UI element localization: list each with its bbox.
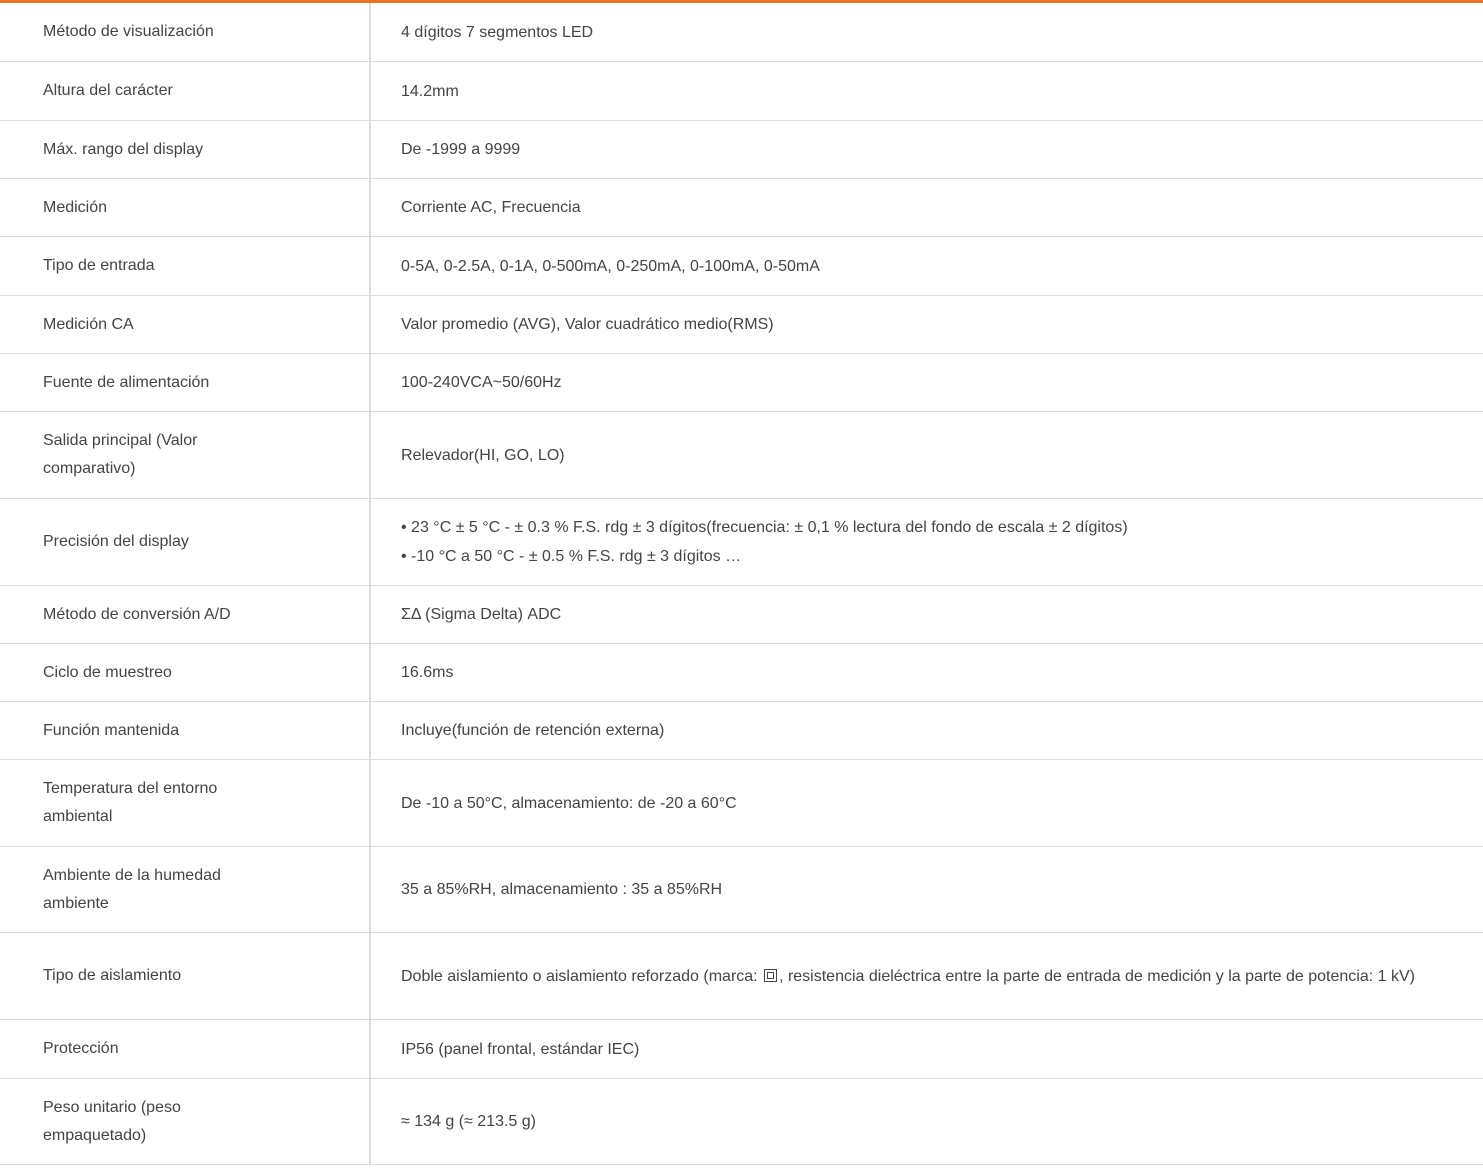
spec-label: Máx. rango del display [0,121,371,178]
spec-value-text: Doble aislamiento o aislamiento reforzad… [401,962,1453,991]
spec-value: Corriente AC, Frecuencia [401,199,581,216]
spec-row: Medición Corriente AC, Frecuencia [0,179,1483,237]
spec-row: Método de visualización 4 dígitos 7 segm… [0,3,1483,62]
spec-row: Protección IP56 (panel frontal, estándar… [0,1020,1483,1079]
spec-value-line: • 23 °C ± 5 °C - ± 0.3 % F.S. rdg ± 3 dí… [401,519,1128,536]
spec-value: IP56 (panel frontal, estándar IEC) [401,1040,640,1058]
spec-value: ΣΔ (Sigma Delta) ADC [401,606,562,623]
spec-row: Medición CA Valor promedio (AVG), Valor … [0,296,1483,354]
spec-value: • 23 °C ± 5 °C - ± 0.3 % F.S. rdg ± 3 dí… [371,499,1483,585]
spec-row: Tipo de aislamiento Doble aislamiento o … [0,933,1483,1020]
spec-label: Protección [0,1020,371,1078]
spec-value-part: , resistencia dieléctrica entre la parte… [779,967,1415,985]
spec-row: Salida principal (Valor comparativo) Rel… [0,412,1483,499]
spec-value: 4 dígitos 7 segmentos LED [401,23,594,41]
spec-row: Fuente de alimentación 100-240VCA~50/60H… [0,354,1483,412]
spec-row: Peso unitario (peso empaquetado) ≈ 134 g… [0,1079,1483,1165]
spec-value: 16.6ms [401,664,454,681]
spec-value: 0-5A, 0-2.5A, 0-1A, 0-500mA, 0-250mA, 0-… [401,257,820,275]
spec-label: Altura del carácter [0,62,371,120]
spec-value: Relevador(HI, GO, LO) [401,446,565,464]
spec-row: Altura del carácter 14.2mm [0,62,1483,121]
double-insulation-icon [764,968,778,982]
spec-label: Tipo de entrada [0,237,371,295]
spec-value: Doble aislamiento o aislamiento reforzad… [371,933,1483,1019]
spec-row: Método de conversión A/D ΣΔ (Sigma Delta… [0,586,1483,644]
spec-row: Precisión del display • 23 °C ± 5 °C - ±… [0,499,1483,586]
spec-value-part: Doble aislamiento o aislamiento reforzad… [401,967,763,985]
spec-label: Ambiente de la humedad ambiente [0,847,371,932]
spec-value: ≈ 134 g (≈ 213.5 g) [401,1113,536,1130]
spec-table: Método de visualización 4 dígitos 7 segm… [0,0,1483,1165]
spec-label: Fuente de alimentación [0,354,371,411]
spec-value: Valor promedio (AVG), Valor cuadrático m… [401,316,774,333]
spec-row: Ciclo de muestreo 16.6ms [0,644,1483,702]
spec-value: 100-240VCA~50/60Hz [401,374,562,391]
spec-label: Peso unitario (peso empaquetado) [0,1079,371,1164]
spec-row: Ambiente de la humedad ambiente 35 a 85%… [0,847,1483,933]
spec-row: Función mantenida Incluye(función de ret… [0,702,1483,760]
spec-label: Función mantenida [0,702,371,759]
spec-value: 14.2mm [401,82,459,100]
spec-label: Ciclo de muestreo [0,644,371,701]
spec-value: De -10 a 50°C, almacenamiento: de -20 a … [401,794,737,812]
spec-row: Tipo de entrada 0-5A, 0-2.5A, 0-1A, 0-50… [0,237,1483,296]
spec-row: Temperatura del entorno ambiental De -10… [0,760,1483,847]
spec-value-line: • -10 °C a 50 °C - ± 0.5 % F.S. rdg ± 3 … [401,548,742,565]
spec-row: Máx. rango del display De -1999 a 9999 [0,121,1483,179]
spec-value: De -1999 a 9999 [401,141,521,158]
spec-label: Medición [0,179,371,236]
spec-label: Precisión del display [0,499,371,585]
spec-label: Medición CA [0,296,371,353]
spec-label: Tipo de aislamiento [0,933,371,1019]
spec-label: Método de visualización [0,3,371,61]
spec-label: Método de conversión A/D [0,586,371,643]
spec-value: 35 a 85%RH, almacenamiento : 35 a 85%RH [401,881,723,898]
spec-label: Salida principal (Valor comparativo) [0,412,371,498]
spec-value: Incluye(función de retención externa) [401,722,665,739]
spec-label: Temperatura del entorno ambiental [0,760,371,846]
